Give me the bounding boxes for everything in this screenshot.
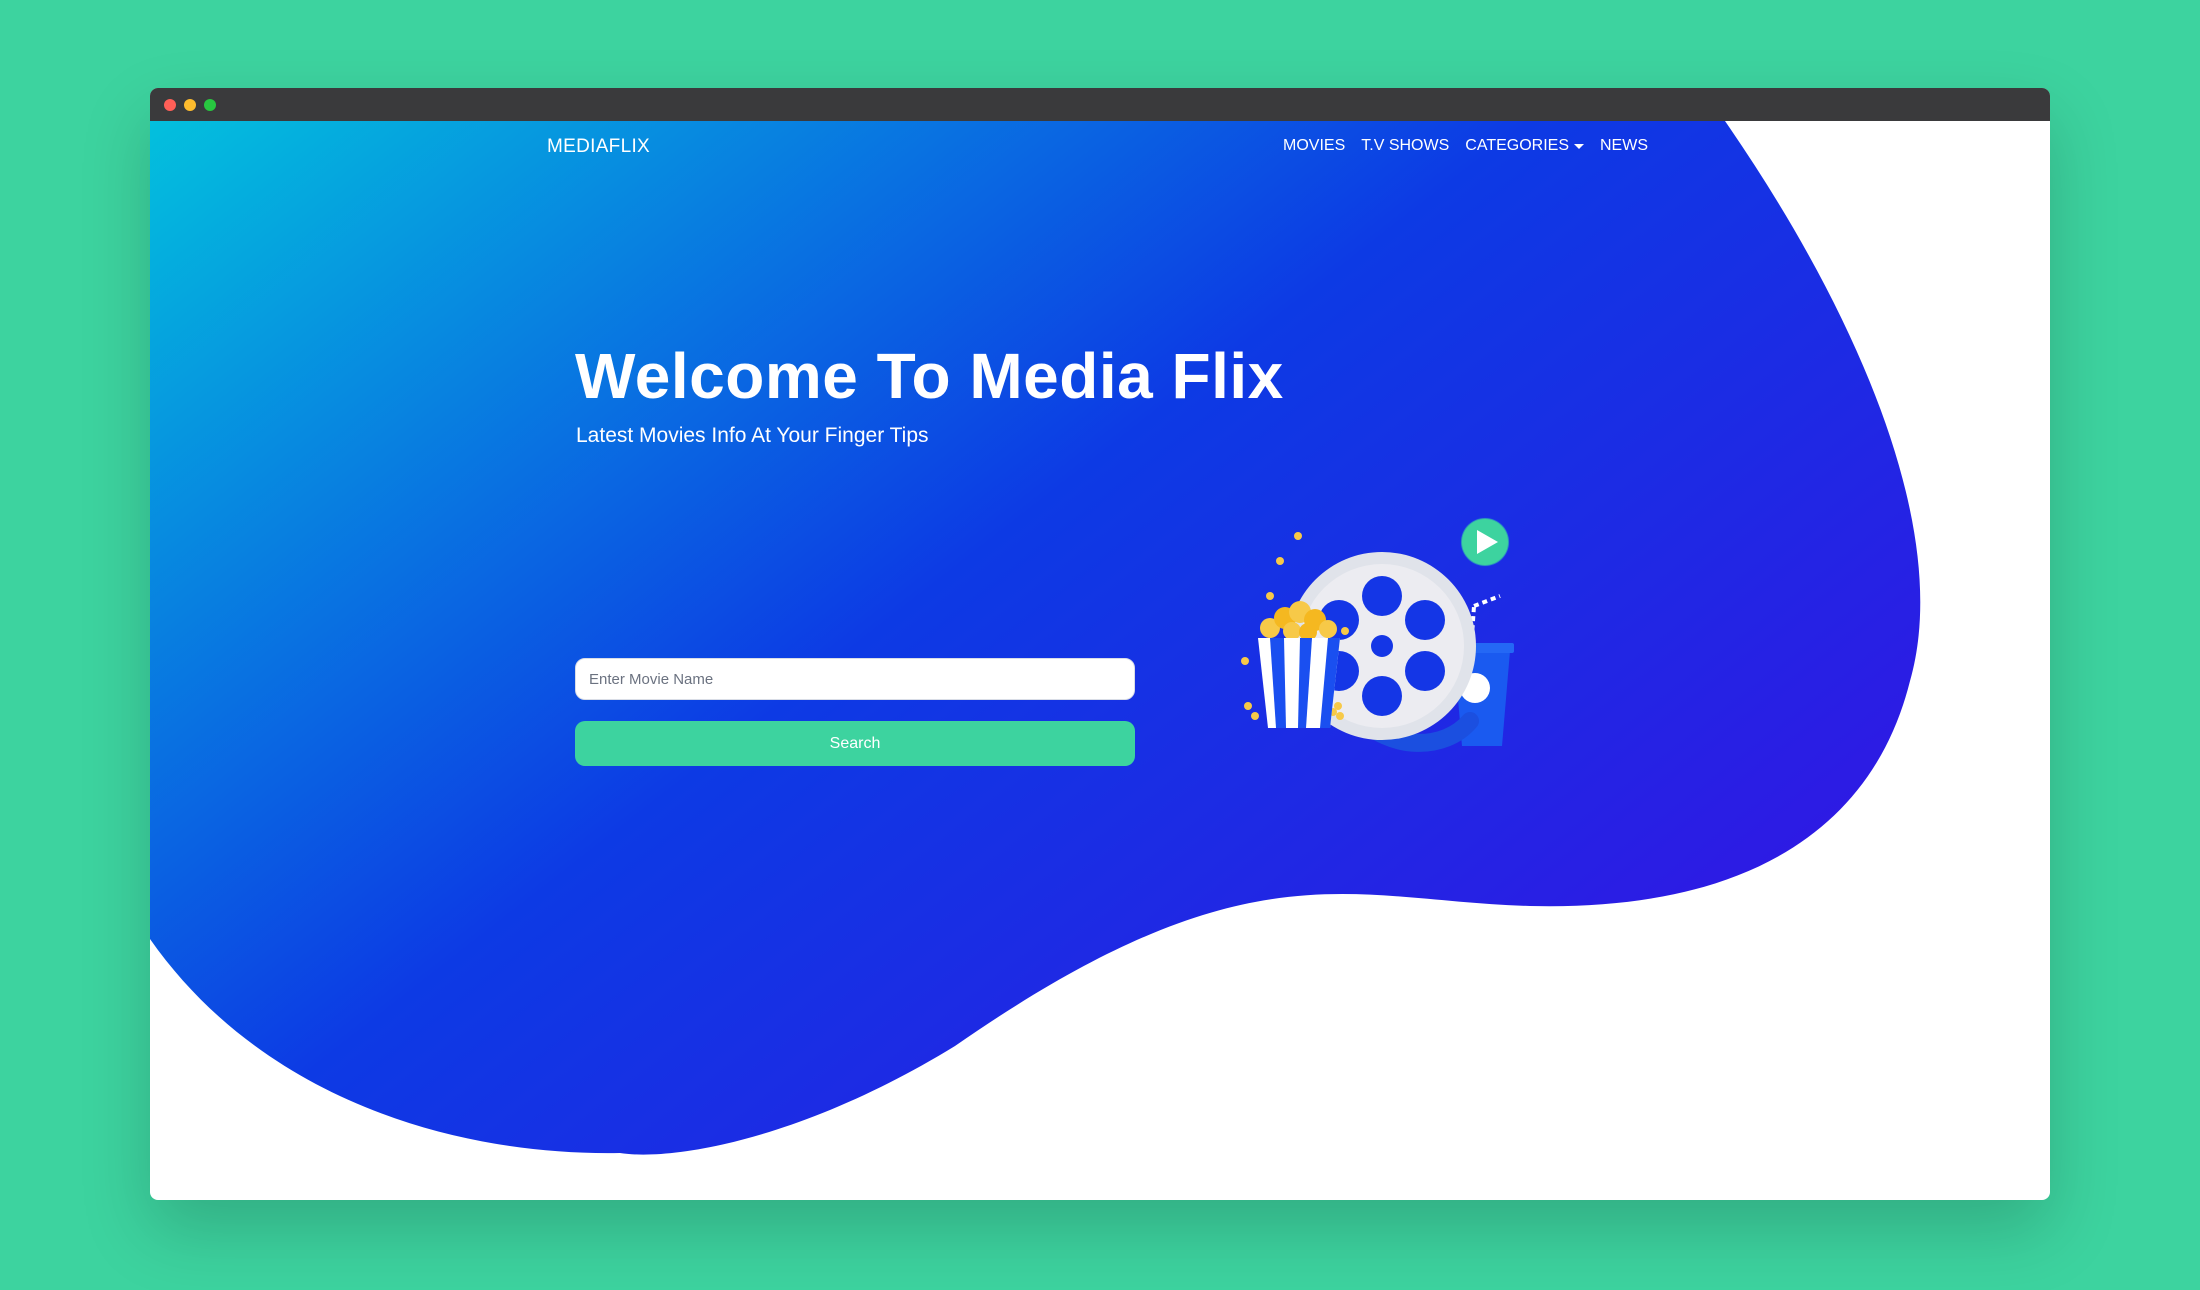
- nav-links: MOVIES T.V SHOWS CATEGORIES NEWS: [1283, 137, 1648, 155]
- nav-link-news[interactable]: NEWS: [1600, 137, 1648, 155]
- popcorn-icon: [1241, 532, 1349, 728]
- brand-logo[interactable]: MEDIAFLIX: [547, 136, 650, 158]
- search-button[interactable]: Search: [575, 721, 1135, 766]
- maximize-window-dot[interactable]: [204, 99, 216, 111]
- window-titlebar: [150, 88, 2050, 121]
- movie-illustration: [1241, 517, 1514, 752]
- hero-subtitle: Latest Movies Info At Your Finger Tips: [576, 424, 929, 447]
- nav-link-label: NEWS: [1600, 137, 1648, 154]
- minimize-window-dot[interactable]: [184, 99, 196, 111]
- close-window-dot[interactable]: [164, 99, 176, 111]
- top-navbar: MEDIAFLIX MOVIES T.V SHOWS CATEGORIES NE…: [150, 121, 2050, 181]
- nav-link-label: T.V SHOWS: [1361, 137, 1450, 154]
- nav-link-label: CATEGORIES: [1465, 137, 1569, 154]
- browser-window: MEDIAFLIX MOVIES T.V SHOWS CATEGORIES NE…: [150, 88, 2050, 1200]
- hero-title: Welcome To Media Flix: [575, 340, 1284, 412]
- caret-down-icon: [1574, 144, 1584, 149]
- nav-link-label: MOVIES: [1283, 137, 1346, 154]
- nav-link-tv-shows[interactable]: T.V SHOWS: [1361, 137, 1449, 155]
- page-viewport: MEDIAFLIX MOVIES T.V SHOWS CATEGORIES NE…: [150, 121, 2050, 1200]
- movie-search-input[interactable]: [575, 658, 1135, 700]
- play-button-icon: [1460, 517, 1510, 567]
- nav-link-categories-dropdown[interactable]: CATEGORIES: [1465, 137, 1584, 155]
- nav-link-movies[interactable]: MOVIES: [1283, 137, 1345, 155]
